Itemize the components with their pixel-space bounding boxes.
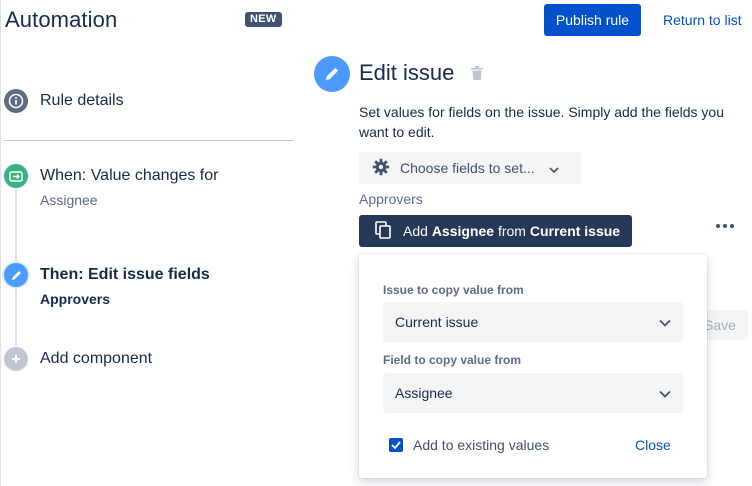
trash-icon[interactable]	[471, 66, 483, 85]
info-icon	[4, 89, 28, 113]
page-title: Edit issue	[359, 60, 455, 85]
issue-source-select[interactable]: Current issue	[383, 302, 683, 342]
issue-source-value: Current issue	[395, 314, 479, 330]
add-assignee-button[interactable]: Add Assignee from Current issue	[359, 215, 632, 247]
add-assignee-label: Add Assignee from Current issue	[403, 223, 621, 239]
chevron-down-icon	[659, 314, 671, 330]
add-to-existing-checkbox-row[interactable]: Add to existing values	[389, 437, 549, 453]
sidebar-item-label: When: Value changes for	[40, 167, 219, 184]
sidebar-item-label: Then: Edit issue fields	[40, 266, 210, 283]
more-icon[interactable]	[716, 224, 734, 228]
choose-fields-label: Choose fields to set...	[400, 160, 535, 176]
check-icon	[391, 441, 401, 449]
trigger-icon	[4, 164, 28, 188]
add-to-existing-label: Add to existing values	[413, 437, 550, 453]
sidebar-item-rule-details[interactable]: Rule details	[4, 89, 284, 113]
sidebar-divider	[4, 140, 294, 141]
new-badge: NEW	[245, 12, 282, 27]
sidebar-item-label: Rule details	[40, 92, 124, 109]
return-to-list-link[interactable]: Return to list	[663, 12, 742, 28]
copy-value-popup: Issue to copy value from Current issue F…	[359, 254, 707, 478]
copy-icon	[375, 220, 391, 242]
gear-icon	[372, 158, 390, 179]
field-label-approvers: Approvers	[359, 191, 423, 207]
publish-rule-button[interactable]: Publish rule	[544, 4, 641, 36]
add-to-existing-checkbox[interactable]	[389, 438, 403, 452]
plus-icon	[4, 347, 28, 371]
sidebar-border	[0, 0, 1, 486]
chevron-down-icon	[659, 385, 671, 401]
sidebar-item-sublabel: Assignee	[40, 192, 98, 208]
pencil-icon	[314, 56, 350, 92]
sidebar-item-label: Add component	[40, 350, 153, 367]
field-source-select[interactable]: Assignee	[383, 373, 683, 413]
panel-description: Set values for fields on the issue. Simp…	[359, 104, 724, 140]
choose-fields-button[interactable]: Choose fields to set...	[359, 152, 581, 184]
field-source-value: Assignee	[395, 385, 453, 401]
sidebar-item-sublabel: Approvers	[40, 291, 111, 307]
sidebar-item-trigger[interactable]: When: Value changes for Assignee	[4, 164, 284, 214]
chevron-down-icon	[549, 160, 559, 176]
sidebar-item-action[interactable]: Then: Edit issue fields Approvers	[4, 263, 284, 313]
field-source-label: Field to copy value from	[383, 353, 522, 367]
app-title: Automation	[5, 7, 118, 32]
issue-source-label: Issue to copy value from	[383, 283, 524, 297]
pencil-icon	[4, 263, 28, 287]
close-button[interactable]: Close	[635, 437, 671, 453]
add-component-button[interactable]: Add component	[4, 347, 284, 371]
